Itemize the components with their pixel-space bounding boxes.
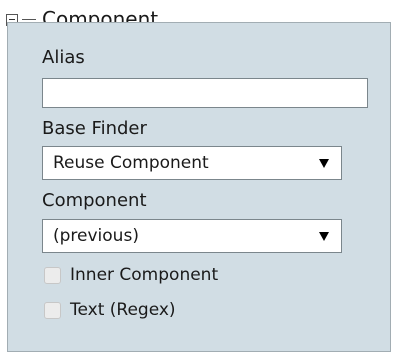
inner-component-checkbox[interactable] [44, 266, 61, 284]
text-regex-label: Text (Regex) [70, 300, 176, 320]
component-value: (previous) [53, 226, 139, 246]
base-finder-select[interactable]: Reuse Component [42, 146, 342, 180]
alias-label: Alias [42, 47, 85, 68]
base-finder-label: Base Finder [42, 118, 147, 139]
dropdown-arrow-icon [319, 231, 329, 241]
inner-component-label: Inner Component [70, 265, 219, 285]
component-label: Component [42, 190, 147, 211]
alias-input[interactable] [42, 78, 368, 108]
component-select[interactable]: (previous) [42, 219, 342, 253]
legend-connector [22, 19, 36, 20]
dropdown-arrow-icon [319, 158, 329, 168]
inner-component-option[interactable]: Inner Component [44, 263, 218, 287]
text-regex-option[interactable]: Text (Regex) [44, 298, 176, 322]
text-regex-checkbox[interactable] [44, 301, 61, 319]
base-finder-value: Reuse Component [53, 153, 209, 173]
